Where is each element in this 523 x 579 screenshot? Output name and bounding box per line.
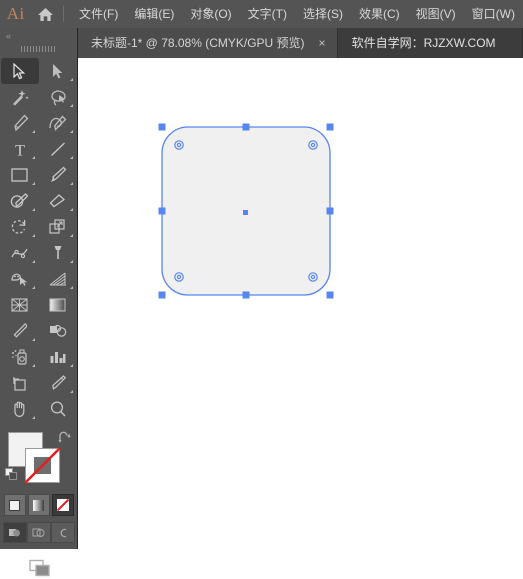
stroke-swatch[interactable]: [24, 447, 61, 484]
draw-behind-button[interactable]: [26, 522, 51, 543]
symbol-sprayer-tool[interactable]: [1, 344, 39, 370]
tool-flyout-indicator: [69, 260, 73, 263]
pen-tool[interactable]: [1, 110, 39, 136]
tool-flyout-indicator: [69, 156, 73, 159]
tools-panel: « T: [0, 28, 78, 577]
document-tab-watermark[interactable]: 软件自学网：RJZXW.COM: [337, 28, 523, 58]
watermark-label: 软件自学网：RJZXW.COM: [351, 36, 496, 50]
illustrator-window: Ai 文件(F) 编辑(E) 对象(O) 文字(T) 选择(S) 效果(C) 视…: [0, 0, 523, 577]
tool-flyout-indicator: [69, 104, 73, 107]
tool-flyout-indicator: [31, 182, 35, 185]
tool-grid: T: [0, 58, 77, 422]
menu-type[interactable]: 文字(T): [240, 3, 295, 25]
fill-stroke-controls: [0, 428, 77, 490]
lasso-tool[interactable]: [39, 84, 77, 110]
column-graph-tool[interactable]: [39, 344, 77, 370]
selected-artwork[interactable]: [78, 58, 523, 549]
perspective-grid-tool[interactable]: [39, 266, 77, 292]
collapse-panel-icon[interactable]: «: [0, 28, 77, 43]
shaper-pencil-tool[interactable]: [1, 188, 39, 214]
selection-tool[interactable]: [0, 58, 39, 84]
tool-flyout-indicator: [69, 234, 73, 237]
gradient-button[interactable]: [27, 494, 50, 516]
menu-items: 文件(F) 编辑(E) 对象(O) 文字(T) 选择(S) 效果(C) 视图(V…: [71, 3, 523, 25]
tool-flyout-indicator: [69, 364, 73, 367]
close-icon[interactable]: ×: [317, 37, 328, 49]
none-button[interactable]: [51, 494, 74, 516]
eyedropper-tool[interactable]: [1, 318, 39, 344]
menu-file[interactable]: 文件(F): [71, 3, 126, 25]
svg-text:T: T: [15, 142, 25, 158]
panel-drag-handle[interactable]: [0, 43, 77, 55]
eraser-tool[interactable]: [39, 188, 77, 214]
zoom-tool[interactable]: [39, 396, 77, 422]
mesh-tool[interactable]: [1, 292, 39, 318]
blend-tool[interactable]: [39, 318, 77, 344]
tool-flyout-indicator: [31, 286, 35, 289]
swap-fill-stroke-icon[interactable]: [58, 430, 71, 448]
menu-bar: Ai 文件(F) 编辑(E) 对象(O) 文字(T) 选择(S) 效果(C) 视…: [0, 0, 523, 28]
tool-flyout-indicator: [69, 78, 73, 81]
type-tool[interactable]: T: [1, 136, 39, 162]
tool-flyout-indicator: [31, 338, 35, 341]
menu-view[interactable]: 视图(V): [408, 3, 464, 25]
gradient-tool[interactable]: [39, 292, 77, 318]
tool-flyout-indicator: [31, 208, 35, 211]
menu-effect[interactable]: 效果(C): [351, 3, 408, 25]
menu-divider: [63, 6, 65, 22]
tool-flyout-indicator: [69, 130, 73, 133]
menu-window[interactable]: 窗口(W): [464, 3, 523, 25]
tool-flyout-indicator: [69, 286, 73, 289]
slice-tool[interactable]: [39, 370, 77, 396]
line-segment-tool[interactable]: [39, 136, 77, 162]
change-screen-mode-button[interactable]: [0, 557, 77, 579]
menu-edit[interactable]: 编辑(E): [126, 3, 182, 25]
tool-flyout-indicator: [31, 156, 35, 159]
document-tab-title: 未标题-1* @ 78.08% (CMYK/GPU 预览): [91, 36, 305, 50]
artboard-tool[interactable]: [1, 370, 39, 396]
tool-flyout-indicator: [31, 130, 35, 133]
tool-flyout-indicator: [31, 416, 35, 419]
app-logo: Ai: [6, 4, 25, 23]
home-icon[interactable]: [31, 0, 59, 28]
document-tab-bar: 未标题-1* @ 78.08% (CMYK/GPU 预览) × 软件自学网：RJ…: [78, 28, 523, 58]
document-tab-active[interactable]: 未标题-1* @ 78.08% (CMYK/GPU 预览) ×: [78, 28, 338, 58]
direct-selection-tool[interactable]: [39, 58, 77, 84]
tool-flyout-indicator: [31, 260, 35, 263]
tool-flyout-indicator: [31, 364, 35, 367]
tool-flyout-indicator: [69, 182, 73, 185]
scale-tool[interactable]: [39, 214, 77, 240]
tool-flyout-indicator: [69, 208, 73, 211]
width-warp-tool[interactable]: [1, 240, 39, 266]
draw-inside-button[interactable]: [50, 522, 75, 543]
shape-builder-tool[interactable]: [1, 266, 39, 292]
paintbrush-tool[interactable]: [39, 162, 77, 188]
rectangle-tool[interactable]: [1, 162, 39, 188]
tool-flyout-indicator: [31, 234, 35, 237]
draw-normal-button[interactable]: [2, 522, 27, 543]
center-point: [243, 210, 248, 215]
menu-select[interactable]: 选择(S): [295, 3, 351, 25]
no-stroke-slash-icon: [24, 447, 61, 484]
hand-tool[interactable]: [1, 396, 39, 422]
menu-object[interactable]: 对象(O): [182, 3, 239, 25]
rotate-tool[interactable]: [1, 214, 39, 240]
magic-wand-tool[interactable]: [1, 84, 39, 110]
document-canvas[interactable]: [78, 58, 523, 549]
drawing-mode-buttons: [0, 522, 77, 543]
tool-flyout-indicator: [69, 390, 73, 393]
paint-mode-buttons: [0, 494, 77, 516]
default-fill-stroke-icon[interactable]: [5, 468, 18, 486]
color-button[interactable]: [3, 494, 26, 516]
curvature-tool[interactable]: [39, 110, 77, 136]
free-transform-tool[interactable]: [39, 240, 77, 266]
